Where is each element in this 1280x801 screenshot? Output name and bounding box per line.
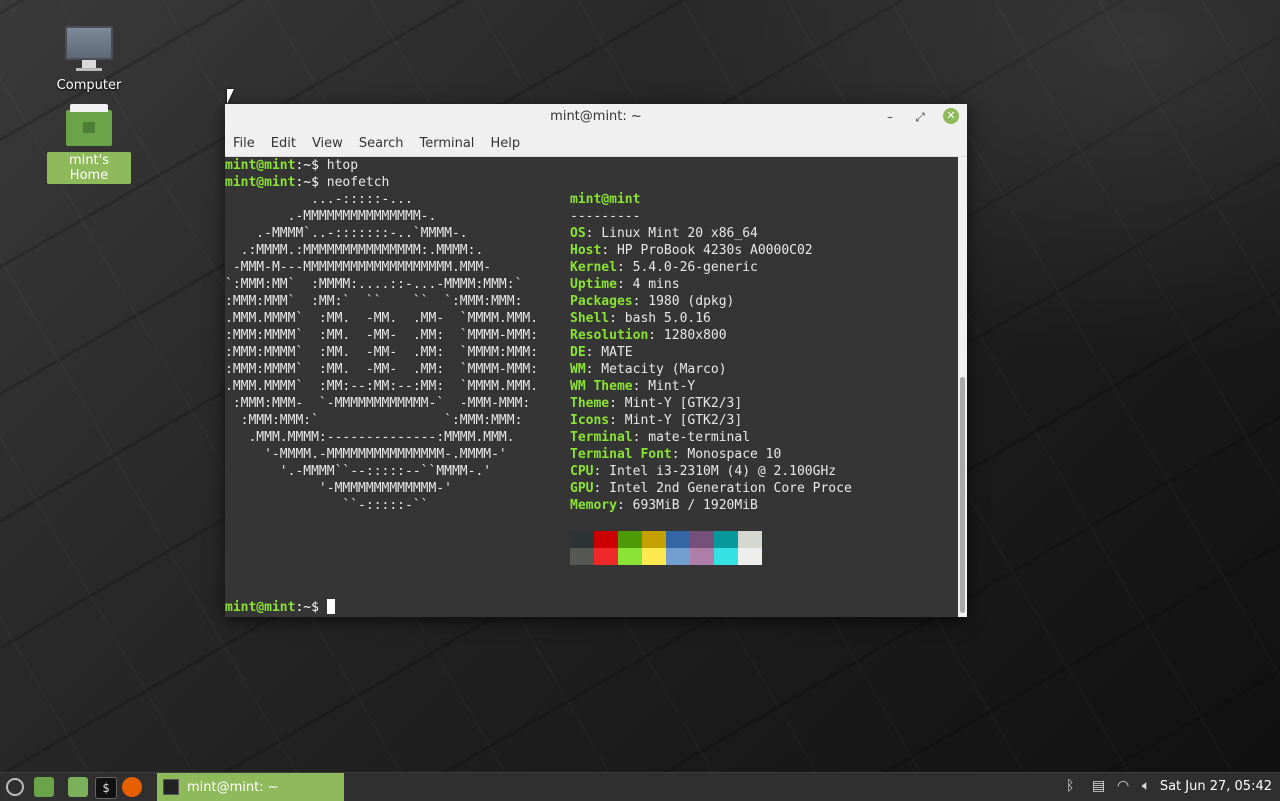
menu-search[interactable]: Search [351, 136, 412, 151]
taskbar-window-label: mint@mint: ~ [187, 779, 279, 795]
info-line: WM: Metacity (Marco) [570, 362, 727, 377]
command-line: mint@mint:~$ neofetch [225, 175, 390, 190]
color-swatch [570, 531, 594, 548]
home-folder-icon [66, 104, 112, 146]
menu-terminal[interactable]: Terminal [411, 136, 482, 151]
ascii-logo-line: ``-:::::-`` [225, 498, 429, 513]
color-swatch [618, 548, 642, 565]
ascii-logo-line: -MMM-M---MMMMMMMMMMMMMMMMMMM.MMM- [225, 260, 492, 275]
ascii-logo-line: :MMM:MMM` :MM:` `` `` `:MMM:MMM: [225, 294, 523, 309]
ascii-logo-line: .-MMMM`..-:::::::-..`MMMM-. [225, 226, 468, 241]
ascii-logo-line: .MMM.MMMM:--------------:MMMM.MMM. [225, 430, 515, 445]
info-line: OS: Linux Mint 20 x86_64 [570, 226, 758, 241]
info-line: Memory: 693MiB / 1920MiB [570, 498, 758, 513]
bluetooth-icon[interactable]: ᛒ [1066, 778, 1074, 794]
files-icon[interactable] [68, 777, 88, 797]
scrollbar-thumb[interactable] [960, 377, 965, 613]
command-line: mint@mint:~$ htop [225, 158, 359, 173]
ascii-logo-line: :MMM:MMMM` :MM. -MM- .MM: `MMMM:MMM: [225, 345, 539, 360]
color-swatch [642, 531, 666, 548]
color-swatch [666, 548, 690, 565]
menu-bar: File Edit View Search Terminal Help [225, 130, 967, 157]
desktop-icon-label: Computer [56, 78, 122, 93]
color-swatch [594, 531, 618, 548]
taskbar: $ mint@mint: ~ ᛒ ▤ ◠ 🔈︎ Sat Jun 27, 05:4… [0, 772, 1280, 801]
window-titlebar[interactable]: mint@mint: ~ – ⤢ ✕ [225, 104, 967, 130]
system-info: mint@mint --------- OS: Linux Mint 20 x8… [570, 191, 852, 514]
color-swatch [594, 548, 618, 565]
window-title: mint@mint: ~ [550, 109, 642, 124]
ascii-logo-line: .MMM.MMMM` :MM:--:MM:--:MM: `MMMM.MMM. [225, 379, 539, 394]
color-swatch [690, 548, 714, 565]
minimize-button[interactable]: – [881, 108, 899, 126]
info-line: DE: MATE [570, 345, 633, 360]
info-line: Terminal: mate-terminal [570, 430, 751, 445]
info-line: Icons: Mint-Y [GTK2/3] [570, 413, 743, 428]
color-swatch [570, 548, 594, 565]
ascii-logo-line: :MMM:MMM- `-MMMMMMMMMMMM-` -MMM-MMM: [225, 396, 531, 411]
mint-menu-icon[interactable] [6, 778, 24, 796]
ascii-logo-line: .MMM.MMMM` :MM. -MM. .MM- `MMMM.MMM. [225, 311, 539, 326]
color-swatch [738, 548, 762, 565]
info-line: Packages: 1980 (dpkg) [570, 294, 735, 309]
ascii-logo-line: '-MMMMMMMMMMMMM-' [225, 481, 452, 496]
color-swatch [666, 531, 690, 548]
firefox-icon[interactable] [122, 777, 142, 797]
menu-file[interactable]: File [225, 136, 263, 151]
desktop-icon-label: mint's Home [47, 152, 131, 184]
ascii-logo-line: '.-MMMM``--:::::--``MMMM-.' [225, 464, 492, 479]
info-header: mint@mint [570, 192, 641, 207]
show-desktop-icon[interactable] [34, 777, 54, 797]
ascii-logo-line: `:MMM:MM` :MMMM:....::-...-MMMM:MMM:` [225, 277, 523, 292]
info-line: Shell: bash 5.0.16 [570, 311, 711, 326]
color-swatch [642, 548, 666, 565]
ascii-logo-line: .:MMMM.:MMMMMMMMMMMMMMM:.MMMM:. [225, 243, 484, 258]
menu-edit[interactable]: Edit [263, 136, 304, 151]
active-prompt[interactable]: mint@mint:~$ [225, 599, 335, 616]
terminal-output[interactable]: mint@mint:~$ htop mint@mint:~$ neofetch … [225, 157, 958, 617]
mint-ascii-logo: ...-:::::-... .-MMMMMMMMMMMMMMM-. .-MMMM… [225, 191, 538, 514]
info-line: GPU: Intel 2nd Generation Core Proce [570, 481, 852, 496]
scrollbar[interactable] [958, 157, 967, 617]
terminal-icon[interactable]: $ [95, 777, 117, 799]
wifi-icon[interactable]: ◠ [1117, 778, 1129, 794]
terminal-icon [163, 779, 179, 795]
desktop-icon-home[interactable]: mint's Home [47, 104, 131, 184]
volume-icon[interactable]: 🔈︎ [1142, 778, 1150, 794]
color-swatch [738, 531, 762, 548]
clock[interactable]: Sat Jun 27, 05:42 [1160, 779, 1272, 794]
ascii-logo-line: ...-:::::-... [225, 192, 413, 207]
color-palette [570, 531, 762, 565]
maximize-button[interactable]: ⤢ [911, 108, 929, 126]
computer-icon [47, 26, 131, 71]
color-swatch [714, 548, 738, 565]
info-line: Uptime: 4 mins [570, 277, 680, 292]
info-line: Host: HP ProBook 4230s A0000C02 [570, 243, 813, 258]
ascii-logo-line: '-MMMM.-MMMMMMMMMMMMMMM-.MMMM-' [225, 447, 507, 462]
desktop-icon-computer[interactable]: Computer [47, 26, 131, 94]
menu-help[interactable]: Help [482, 136, 528, 151]
ascii-logo-line: :MMM:MMMM` :MM. -MM- .MM: `MMMM-MMM: [225, 328, 539, 343]
info-separator: --------- [570, 209, 641, 224]
taskbar-window-button[interactable]: mint@mint: ~ [157, 773, 344, 801]
menu-view[interactable]: View [304, 136, 351, 151]
ascii-logo-line: :MMM:MMM:` `:MMM:MMM: [225, 413, 523, 428]
ascii-logo-line: :MMM:MMMM` :MM. -MM- .MM: `MMMM-MMM: [225, 362, 539, 377]
color-swatch [618, 531, 642, 548]
info-line: CPU: Intel i3-2310M (4) @ 2.100GHz [570, 464, 837, 479]
info-line: Kernel: 5.4.0-26-generic [570, 260, 758, 275]
clipboard-icon[interactable]: ▤ [1092, 778, 1105, 794]
color-swatch [690, 531, 714, 548]
mouse-pointer-icon [227, 89, 234, 104]
color-swatch [714, 531, 738, 548]
ascii-logo-line: .-MMMMMMMMMMMMMMM-. [225, 209, 437, 224]
info-line: WM Theme: Mint-Y [570, 379, 696, 394]
info-line: Theme: Mint-Y [GTK2/3] [570, 396, 743, 411]
info-line: Resolution: 1280x800 [570, 328, 727, 343]
close-button[interactable]: ✕ [943, 108, 959, 124]
info-line: Terminal Font: Monospace 10 [570, 447, 782, 462]
terminal-window[interactable]: mint@mint: ~ – ⤢ ✕ File Edit View Search… [225, 104, 967, 617]
text-cursor [326, 599, 335, 614]
